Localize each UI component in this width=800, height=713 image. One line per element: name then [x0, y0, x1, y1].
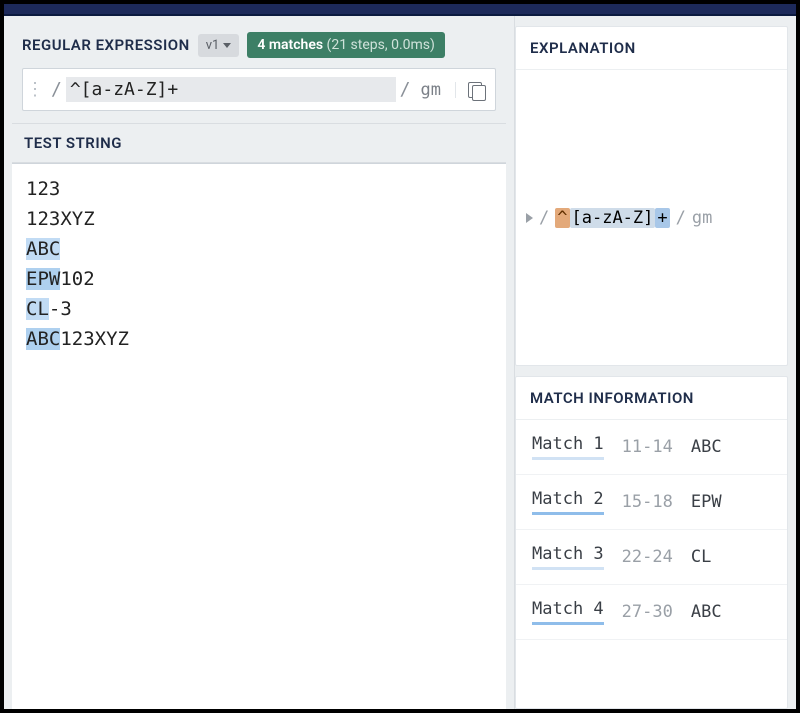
- match-count: 4 matches: [257, 37, 323, 53]
- test-line: EPW102: [26, 264, 492, 294]
- explanation-panel: EXPLANATION / ^[a-zA-Z]+ / gm: [515, 26, 788, 366]
- test-string-editor[interactable]: 123123XYZABCEPW102CL-3ABC123XYZ: [12, 163, 506, 709]
- regex-header: REGULAR EXPRESSION v1 4 matches (21 step…: [12, 26, 506, 68]
- left-column: REGULAR EXPRESSION v1 4 matches (21 step…: [4, 16, 514, 709]
- match-range: 15-18: [622, 492, 673, 512]
- test-string-title: TEST STRING: [12, 123, 506, 163]
- match-range: 22-24: [622, 547, 673, 567]
- explanation-title: EXPLANATION: [516, 27, 787, 70]
- test-line: ABC: [26, 234, 492, 264]
- match-row[interactable]: Match 2 15-18 EPW: [516, 475, 787, 530]
- match-text: CL: [691, 547, 711, 567]
- regex-input-row: ⋮ / / gm: [22, 68, 496, 111]
- explanation-body: / ^[a-zA-Z]+ / gm: [516, 70, 787, 365]
- explain-close-delim: /: [676, 208, 686, 228]
- regex-flags[interactable]: gm: [415, 80, 455, 100]
- plain-text: 123XYZ: [26, 208, 95, 230]
- match-row[interactable]: Match 3 22-24 CL: [516, 530, 787, 585]
- match-highlight: EPW: [26, 268, 60, 290]
- match-rows-container: Match 1 11-14 ABC Match 2 15-18 EPW Match 3 22-…: [516, 420, 787, 640]
- match-label: Match 4: [532, 599, 604, 625]
- match-highlight: ABC: [26, 238, 60, 260]
- explain-pattern-tokens: ^[a-zA-Z]+: [555, 208, 669, 228]
- test-line: CL-3: [26, 294, 492, 324]
- match-row[interactable]: Match 1 11-14 ABC: [516, 420, 787, 475]
- test-line: 123: [26, 174, 492, 204]
- match-status-badge: 4 matches (21 steps, 0.0ms): [247, 32, 445, 58]
- match-range: 27-30: [622, 602, 673, 622]
- token-quantifier: +: [655, 208, 669, 228]
- copy-icon: [468, 82, 484, 98]
- match-highlight: CL: [26, 298, 49, 320]
- plain-text: 123: [26, 178, 60, 200]
- match-label: Match 1: [532, 434, 604, 460]
- plain-text: -3: [49, 298, 72, 320]
- chevron-down-icon: [223, 43, 231, 48]
- drag-handle-icon[interactable]: ⋮: [23, 69, 47, 110]
- explain-open-delim: /: [539, 208, 549, 228]
- test-line: 123XYZ: [26, 204, 492, 234]
- version-chip-label: v1: [206, 38, 220, 53]
- match-highlight: ABC: [26, 328, 60, 350]
- match-text: EPW: [691, 492, 722, 512]
- expand-triangle-icon[interactable]: [526, 213, 533, 223]
- app-root: REGULAR EXPRESSION v1 4 matches (21 step…: [4, 16, 796, 709]
- token-charclass: [a-zA-Z]: [570, 208, 656, 228]
- match-info-panel: MATCH INFORMATION Match 1 11-14 ABC Match 2…: [515, 376, 788, 709]
- match-label: Match 2: [532, 489, 604, 515]
- regex-open-delimiter: /: [47, 79, 66, 100]
- regex-pattern-input[interactable]: [66, 77, 396, 102]
- match-detail: (21 steps, 0.0ms): [327, 37, 435, 53]
- regex-title: REGULAR EXPRESSION: [22, 36, 190, 54]
- match-row[interactable]: Match 4 27-30 ABC: [516, 585, 787, 640]
- test-line: ABC123XYZ: [26, 324, 492, 354]
- regex-close-delimiter: /: [396, 79, 415, 100]
- version-chip[interactable]: v1: [198, 34, 240, 57]
- plain-text: 123XYZ: [60, 328, 129, 350]
- plain-text: 102: [60, 268, 94, 290]
- right-column: EXPLANATION / ^[a-zA-Z]+ / gm MATCH INFO…: [514, 16, 796, 709]
- match-range: 11-14: [622, 437, 673, 457]
- match-info-title: MATCH INFORMATION: [516, 377, 787, 420]
- match-label: Match 3: [532, 544, 604, 570]
- match-text: ABC: [691, 437, 722, 457]
- top-accent-bar: [4, 4, 796, 16]
- explain-flags: gm: [692, 208, 712, 228]
- match-text: ABC: [691, 602, 722, 622]
- copy-button[interactable]: [455, 82, 495, 98]
- token-anchor: ^: [555, 208, 569, 228]
